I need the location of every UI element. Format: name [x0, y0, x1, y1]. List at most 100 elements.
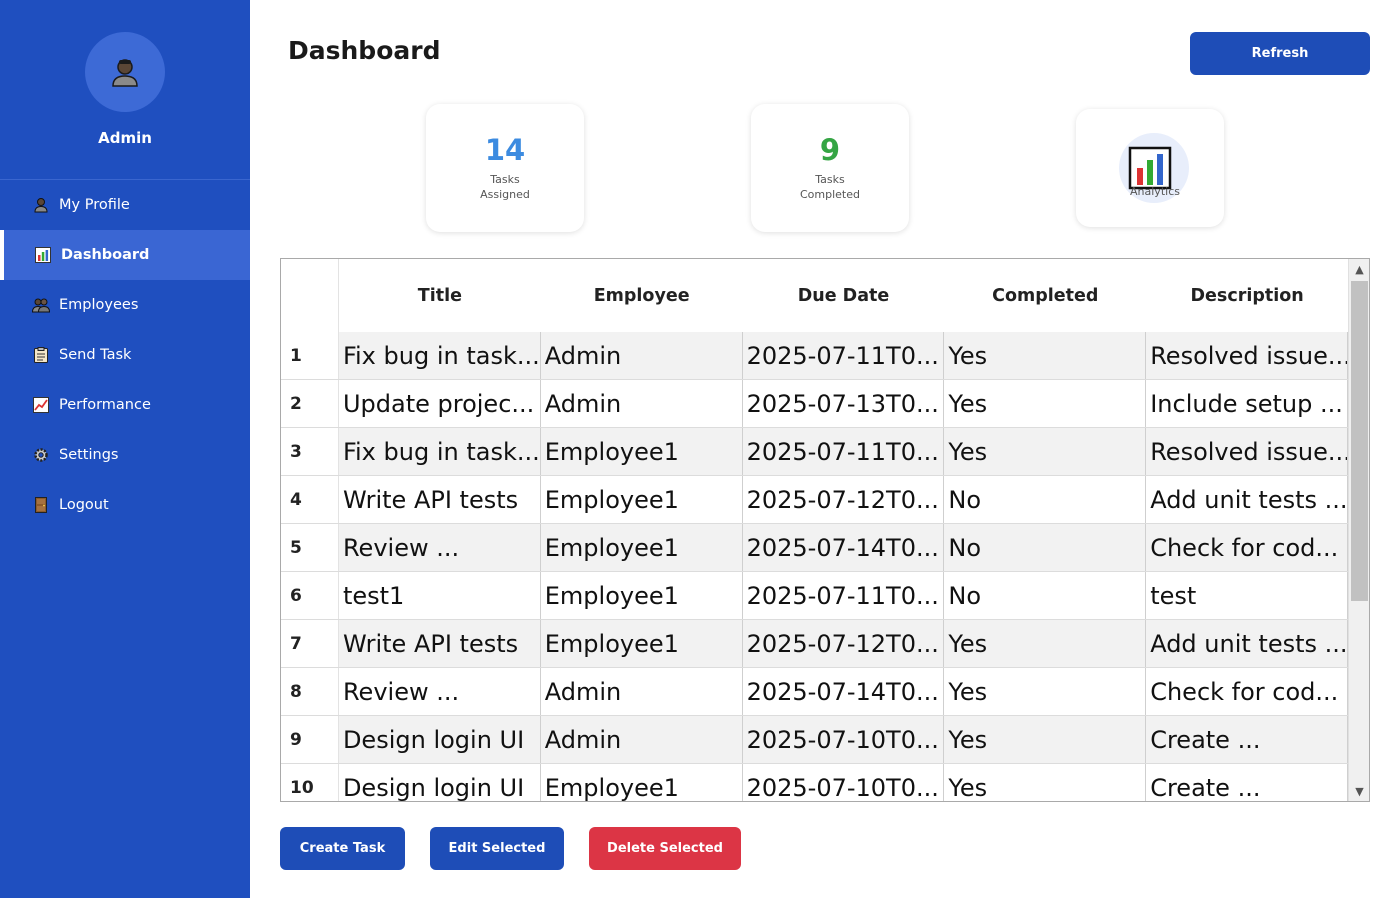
delete-selected-button[interactable]: Delete Selected [589, 827, 741, 870]
task-table[interactable]: Title Employee Due Date Completed Descri… [280, 258, 1370, 802]
cell-title[interactable]: Review ... [339, 668, 541, 715]
cell-employee[interactable]: Admin [541, 332, 743, 379]
refresh-button[interactable]: Refresh [1190, 32, 1370, 75]
cell-employee[interactable]: Employee1 [541, 476, 743, 523]
scroll-down-arrow-icon[interactable]: ▼ [1349, 781, 1369, 801]
sidebar-item-label: Logout [59, 497, 109, 513]
cell-employee[interactable]: Admin [541, 716, 743, 763]
cell-employee[interactable]: Employee1 [541, 524, 743, 571]
cell-due-date[interactable]: 2025-07-12T0... [743, 476, 945, 523]
column-header-description[interactable]: Description [1146, 259, 1349, 332]
sidebar-item-my-profile[interactable]: My Profile [0, 180, 250, 230]
cell-title[interactable]: test1 [339, 572, 541, 619]
cell-completed[interactable]: Yes [944, 620, 1147, 667]
scroll-up-arrow-icon[interactable]: ▲ [1349, 259, 1369, 279]
table-corner[interactable] [281, 259, 339, 332]
sidebar-item-dashboard[interactable]: Dashboard [0, 230, 250, 280]
cell-title[interactable]: Write API tests [339, 476, 541, 523]
cell-completed[interactable]: No [944, 524, 1147, 571]
row-index[interactable]: 1 [281, 332, 339, 379]
row-index[interactable]: 3 [281, 428, 339, 475]
cell-title[interactable]: Fix bug in task... [339, 332, 541, 379]
table-row[interactable]: 5 Review ... Employee1 2025-07-14T0... No Che… [281, 524, 1349, 572]
cell-due-date[interactable]: 2025-07-10T0... [743, 716, 945, 763]
column-header-completed[interactable]: Completed [944, 259, 1147, 332]
cell-due-date[interactable]: 2025-07-14T0... [743, 668, 945, 715]
table-row[interactable]: 10 Design login UI Employee1 2025-07-10T0..… [281, 764, 1349, 801]
cell-due-date[interactable]: 2025-07-14T0... [743, 524, 945, 571]
user-avatar-icon [112, 59, 138, 87]
cell-title[interactable]: Design login UI [339, 764, 541, 801]
cell-completed[interactable]: Yes [944, 716, 1147, 763]
table-row[interactable]: 3 Fix bug in task... Employee1 2025-07-11T0… [281, 428, 1349, 476]
create-task-button[interactable]: Create Task [280, 827, 405, 870]
cell-description[interactable]: Add unit tests ... [1146, 476, 1349, 523]
row-index[interactable]: 5 [281, 524, 339, 571]
column-header-title[interactable]: Title [338, 259, 541, 332]
tasks-assigned-label-line1: Tasks [490, 173, 520, 186]
cell-completed[interactable]: No [944, 572, 1147, 619]
cell-description[interactable]: Resolved issue... [1146, 332, 1349, 379]
cell-description[interactable]: Check for cod... [1146, 524, 1349, 571]
cell-employee[interactable]: Employee1 [541, 764, 743, 801]
cell-completed[interactable]: Yes [944, 332, 1147, 379]
sidebar-item-performance[interactable]: Performance [0, 380, 250, 430]
avatar[interactable] [85, 32, 165, 112]
table-scrollbar[interactable]: ▲ ▼ [1348, 259, 1369, 801]
sidebar-item-logout[interactable]: Logout [0, 480, 250, 530]
cell-description[interactable]: test [1146, 572, 1349, 619]
cell-title[interactable]: Review ... [339, 524, 541, 571]
cell-due-date[interactable]: 2025-07-11T0... [743, 572, 945, 619]
column-header-employee[interactable]: Employee [540, 259, 743, 332]
cell-employee[interactable]: Admin [541, 668, 743, 715]
cell-title[interactable]: Write API tests [339, 620, 541, 667]
table-row[interactable]: 6 test1 Employee1 2025-07-11T0... No test [281, 572, 1349, 620]
cell-employee[interactable]: Employee1 [541, 620, 743, 667]
cell-title[interactable]: Design login UI [339, 716, 541, 763]
scroll-thumb[interactable] [1351, 281, 1368, 601]
row-index[interactable]: 4 [281, 476, 339, 523]
sidebar-item-employees[interactable]: Employees [0, 280, 250, 330]
row-index[interactable]: 2 [281, 380, 339, 427]
table-row[interactable]: 1 Fix bug in task... Admin 2025-07-11T0... Y… [281, 332, 1349, 380]
cell-description[interactable]: Create ... [1146, 764, 1349, 801]
table-row[interactable]: 7 Write API tests Employee1 2025-07-12T0...… [281, 620, 1349, 668]
cell-description[interactable]: Add unit tests ... [1146, 620, 1349, 667]
row-index[interactable]: 8 [281, 668, 339, 715]
edit-selected-button[interactable]: Edit Selected [430, 827, 564, 870]
cell-due-date[interactable]: 2025-07-11T0... [743, 428, 945, 475]
row-index[interactable]: 9 [281, 716, 339, 763]
table-row[interactable]: 4 Write API tests Employee1 2025-07-12T0...… [281, 476, 1349, 524]
sidebar-item-send-task[interactable]: Send Task [0, 330, 250, 380]
row-index[interactable]: 10 [281, 764, 339, 801]
table-row[interactable]: 8 Review ... Admin 2025-07-14T0... Yes Check … [281, 668, 1349, 716]
cell-due-date[interactable]: 2025-07-10T0... [743, 764, 945, 801]
cell-due-date[interactable]: 2025-07-13T0... [743, 380, 945, 427]
cell-due-date[interactable]: 2025-07-12T0... [743, 620, 945, 667]
table-row[interactable]: 9 Design login UI Admin 2025-07-10T0... Yes C… [281, 716, 1349, 764]
cell-due-date[interactable]: 2025-07-11T0... [743, 332, 945, 379]
sidebar-item-settings[interactable]: Settings [0, 430, 250, 480]
cell-completed[interactable]: Yes [944, 380, 1147, 427]
clipboard-icon [32, 346, 50, 364]
analytics-card[interactable]: Analytics [1076, 109, 1224, 227]
cell-employee[interactable]: Admin [541, 380, 743, 427]
cell-employee[interactable]: Employee1 [541, 428, 743, 475]
column-header-due-date[interactable]: Due Date [742, 259, 945, 332]
table-row[interactable]: 2 Update projec... Admin 2025-07-13T0... Yes… [281, 380, 1349, 428]
cell-completed[interactable]: Yes [944, 668, 1147, 715]
cell-description[interactable]: Resolved issue... [1146, 428, 1349, 475]
cell-title[interactable]: Fix bug in task... [339, 428, 541, 475]
bar-chart-icon [34, 246, 52, 264]
cell-completed[interactable]: No [944, 476, 1147, 523]
row-index[interactable]: 6 [281, 572, 339, 619]
sidebar-item-label: Send Task [59, 347, 132, 363]
cell-title[interactable]: Update projec... [339, 380, 541, 427]
cell-completed[interactable]: Yes [944, 428, 1147, 475]
cell-description[interactable]: Create ... [1146, 716, 1349, 763]
cell-employee[interactable]: Employee1 [541, 572, 743, 619]
row-index[interactable]: 7 [281, 620, 339, 667]
cell-description[interactable]: Include setup ... [1146, 380, 1349, 427]
cell-completed[interactable]: Yes [944, 764, 1147, 801]
cell-description[interactable]: Check for cod... [1146, 668, 1349, 715]
